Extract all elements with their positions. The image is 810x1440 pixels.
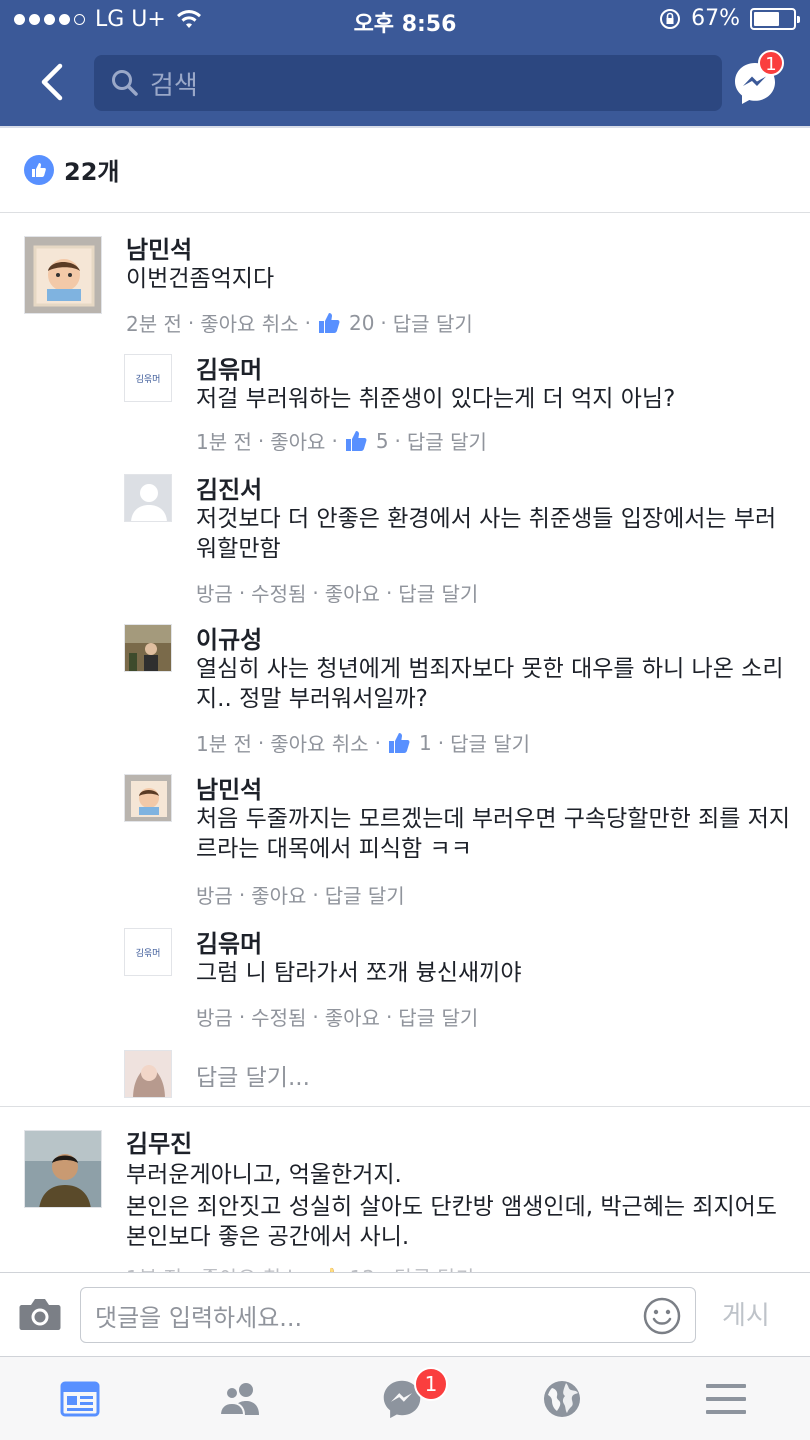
avatar[interactable] — [24, 1130, 102, 1208]
avatar[interactable]: 김윾머 — [124, 928, 172, 976]
comment-meta: 방금 · 수정됨 · 좋아요 · 답글 달기 — [196, 1002, 478, 1031]
comment-time: 방금 — [196, 582, 233, 606]
search-input[interactable]: 검색 — [94, 55, 722, 111]
like-count[interactable]: 5 — [376, 429, 389, 453]
back-arrow-icon[interactable] — [34, 62, 74, 102]
messenger-badge: 1 — [758, 50, 784, 76]
like-icon — [24, 154, 54, 185]
messenger-badge: 1 — [414, 1367, 448, 1401]
like-link[interactable]: 좋아요 — [325, 578, 380, 607]
tab-friends[interactable] — [216, 1375, 264, 1423]
edited-label: 수정됨 — [251, 582, 307, 606]
edited-label: 수정됨 — [251, 1006, 307, 1030]
reply-link[interactable]: 답글 달기 — [407, 426, 487, 455]
avatar[interactable] — [124, 624, 172, 672]
messenger-button[interactable]: 1 — [732, 50, 784, 106]
status-bar: LG U+ 오후 8:56 67% — [0, 0, 810, 40]
thumbs-up-icon — [345, 430, 367, 451]
avatar[interactable] — [24, 236, 102, 314]
comment-text: 저것보다 더 안좋은 환경에서 사는 취준생들 입장에서는 부러워할만함 — [196, 506, 777, 562]
comment-author[interactable]: 김진서 — [196, 470, 262, 505]
comment-author[interactable]: 남민석 — [196, 770, 262, 805]
menu-icon — [706, 1384, 746, 1414]
reply-prompt[interactable]: 답글 달기... — [196, 1058, 310, 1092]
comment-author[interactable]: 남민석 — [126, 230, 192, 265]
likes-summary[interactable]: 22개 — [24, 152, 119, 187]
tab-news-feed[interactable] — [56, 1375, 104, 1423]
comment-time: 방금 — [196, 884, 233, 908]
comment-author[interactable]: 김윾머 — [196, 350, 262, 385]
reply-link[interactable]: 답글 달기 — [398, 1002, 478, 1031]
thumbs-up-icon — [318, 312, 340, 333]
likes-count: 22개 — [64, 158, 120, 186]
comment-meta: 1분 전 · 좋아요 취소 · 1 · 답글 달기 — [196, 728, 530, 757]
status-right: 67% — [659, 6, 800, 31]
battery-icon — [750, 7, 800, 30]
top-bar: LG U+ 오후 8:56 67% 검색 1 — [0, 0, 810, 126]
like-link[interactable]: 좋아요 — [251, 880, 306, 909]
comment-text-line2: 본인은 죄안짓고 성실히 살아도 단칸방 앰생인데, 박근혜는 죄지어도 본인보… — [126, 1194, 777, 1250]
tab-menu[interactable] — [702, 1375, 750, 1423]
comment-text-line1: 부러운게아니고, 억울한거지. — [126, 1162, 402, 1188]
divider — [0, 1106, 810, 1107]
avatar[interactable]: 김윾머 — [124, 354, 172, 402]
news-feed-icon — [60, 1381, 100, 1417]
thumbs-up-icon — [388, 732, 410, 753]
search-placeholder: 검색 — [150, 70, 198, 101]
comment-time: 1분 전 — [196, 732, 252, 756]
comment-time: 2분 전 — [126, 312, 182, 336]
tab-notifications[interactable] — [538, 1375, 586, 1423]
comment-text: 이번건좀억지다 — [126, 266, 275, 292]
post-button[interactable]: 게시 — [722, 1295, 770, 1332]
globe-icon — [544, 1381, 580, 1417]
comment-input-bar: 댓글을 입력하세요... 게시 — [0, 1272, 810, 1356]
comment-author[interactable]: 이규성 — [196, 620, 262, 655]
avatar[interactable] — [124, 474, 172, 522]
avatar[interactable] — [124, 774, 172, 822]
friends-icon — [218, 1383, 259, 1416]
like-link[interactable]: 좋아요 — [325, 1002, 380, 1031]
tab-messenger[interactable]: 1 — [378, 1367, 448, 1423]
search-icon — [112, 70, 138, 96]
comment-text: 저걸 부러워하는 취준생이 있다는게 더 억지 아님? — [196, 386, 676, 412]
comment-input[interactable]: 댓글을 입력하세요... — [80, 1287, 696, 1343]
emoji-icon[interactable] — [643, 1297, 681, 1335]
reply-link[interactable]: 답글 달기 — [450, 728, 530, 757]
like-link[interactable]: 좋아요 — [270, 426, 325, 455]
comment-text: 열심히 사는 청년에게 범죄자보다 못한 대우를 하니 나온 소리지.. 정말 … — [196, 656, 784, 712]
comment-input-placeholder: 댓글을 입력하세요... — [95, 1303, 303, 1332]
comment-meta: 방금 · 좋아요 · 답글 달기 — [196, 880, 405, 909]
tab-bar: 1 — [0, 1356, 810, 1440]
comment-time: 방금 — [196, 1006, 233, 1030]
unlike-link[interactable]: 좋아요 취소 — [270, 728, 368, 757]
user-avatar — [124, 1050, 172, 1098]
comment-meta: 2분 전 · 좋아요 취소 · 20 · 답글 달기 — [126, 308, 473, 337]
camera-icon[interactable] — [18, 1293, 62, 1333]
battery-percent: 67% — [691, 6, 740, 31]
comment-meta: 방금 · 수정됨 · 좋아요 · 답글 달기 — [196, 578, 478, 607]
header-divider — [0, 126, 810, 128]
like-count[interactable]: 20 — [349, 311, 374, 335]
comment-author[interactable]: 김무진 — [126, 1124, 192, 1159]
divider — [0, 212, 810, 213]
comment-text: 처음 두줄까지는 모르겠는데 부러우면 구속당할만한 죄를 저지르라는 대목에서… — [196, 806, 791, 862]
comment-author[interactable]: 김윾머 — [196, 924, 262, 959]
comment-time: 1분 전 — [196, 430, 252, 454]
reply-link[interactable]: 답글 달기 — [398, 578, 478, 607]
rotation-lock-icon — [660, 8, 681, 29]
unlike-link[interactable]: 좋아요 취소 — [200, 308, 298, 337]
reply-link[interactable]: 답글 달기 — [325, 880, 405, 909]
comment-meta: 1분 전 · 좋아요 · 5 · 답글 달기 — [196, 426, 487, 455]
like-count[interactable]: 1 — [419, 731, 432, 755]
comment-text: 그럼 니 탐라가서 쪼개 븅신새끼야 — [196, 960, 522, 986]
reply-link[interactable]: 답글 달기 — [393, 308, 473, 337]
